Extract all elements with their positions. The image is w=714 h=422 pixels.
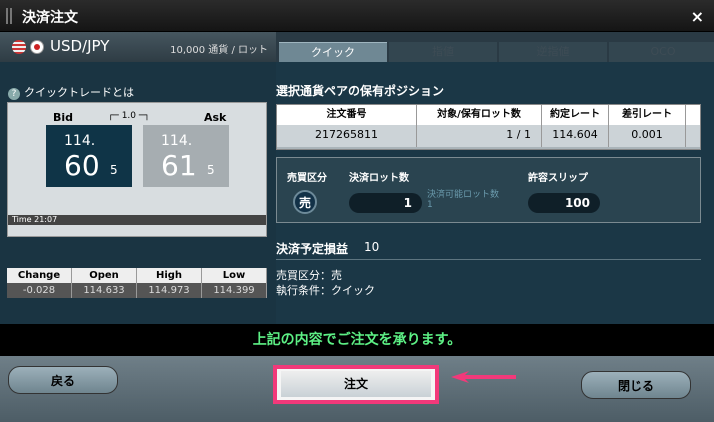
close-icon[interactable]: × [691, 7, 704, 26]
available-label: 決済可能ロット数 [427, 190, 500, 200]
currency-pair-bar: USD/JPY 10,000 通貨 / ロット [0, 32, 276, 62]
ask-label: Ask [204, 111, 227, 124]
bid-price-box[interactable]: 114. 60 5 [46, 125, 132, 187]
close-button[interactable]: 閉じる [581, 371, 691, 399]
settlement-panel: 選択通貨ペアの保有ポジション 注文番号 対象/保有ロット数 約定レート 差引レート 2… [276, 62, 714, 324]
time-bar: Time 21:07 [8, 215, 266, 225]
us-flag-icon [12, 40, 26, 54]
profit-value: 10 [364, 240, 380, 254]
order-button[interactable]: 注文 [273, 365, 439, 404]
order-tabs: クイック 指値 逆指値 OCO [276, 32, 714, 62]
tab-limit[interactable]: 指値 [389, 42, 497, 62]
button-bar: 戻る 注文 閉じる [0, 356, 714, 422]
rate-board: Bid ┌─ 1.0 ─┐ Ask 114. 60 5 114. 61 5 Ti… [7, 102, 267, 237]
bid-price-prefix: 114. [64, 133, 96, 149]
divider [276, 259, 701, 260]
quote-values: -0.028 114.633 114.973 114.399 [7, 283, 267, 298]
drag-grip-icon[interactable] [6, 8, 12, 24]
tab-stop[interactable]: 逆指値 [499, 42, 607, 62]
tab-oco[interactable]: OCO [609, 42, 714, 62]
quick-trade-help-label: クイックトレードとは [24, 86, 134, 99]
summary-side: 売買区分：売 [276, 269, 342, 282]
quick-trade-help-link[interactable]: ? クイックトレードとは [8, 84, 134, 100]
window-title: 決済注文 [22, 10, 78, 26]
tab-quick[interactable]: クイック [279, 42, 387, 62]
slip-input[interactable]: 100 [528, 193, 600, 213]
lot-input[interactable]: 1 [349, 193, 422, 213]
back-button[interactable]: 戻る [8, 366, 118, 394]
lot-unit: 10,000 通貨 / ロット [170, 45, 268, 56]
help-icon: ? [8, 88, 20, 100]
arrow-icon [451, 371, 516, 383]
ask-price-prefix: 114. [161, 133, 193, 149]
japan-flag-icon [30, 40, 44, 54]
confirm-message: 上記の内容でご注文を承ります。 [0, 324, 714, 356]
ask-price-box[interactable]: 114. 61 5 [143, 125, 229, 187]
quote-panel: ? クイックトレードとは Bid ┌─ 1.0 ─┐ Ask 114. 60 5 … [0, 62, 276, 324]
position-title: 選択通貨ペアの保有ポジション [276, 84, 445, 98]
side-label: 売買区分 [287, 173, 327, 184]
profit-label: 決済予定損益 [276, 242, 349, 256]
slip-label: 許容スリップ [528, 173, 588, 184]
title-bar: 決済注文 × [0, 0, 714, 32]
position-row[interactable]: 217265811 1 / 1 114.604 0.001 [277, 125, 700, 147]
spread: ┌─ 1.0 ─┐ [108, 111, 150, 121]
order-button-label: 注文 [281, 371, 431, 397]
settlement-box: 売買区分 売 決済ロット数 1 決済可能ロット数 1 許容スリップ 100 [276, 157, 701, 223]
quote-header: Change Open High Low [7, 268, 267, 283]
position-table: 注文番号 対象/保有ロット数 約定レート 差引レート 217265811 1 / 1 11… [276, 104, 701, 150]
ask-price-main: 61 [161, 149, 197, 182]
bid-label: Bid [53, 111, 74, 124]
summary-exec: 執行条件：クイック [276, 284, 375, 297]
bid-price-main: 60 [64, 149, 100, 182]
available-value: 1 [427, 200, 433, 210]
ask-price-sub: 5 [207, 163, 215, 177]
bid-price-sub: 5 [110, 163, 118, 177]
sell-indicator: 売 [293, 190, 317, 214]
lot-label: 決済ロット数 [349, 173, 409, 184]
currency-pair: USD/JPY [50, 37, 110, 55]
